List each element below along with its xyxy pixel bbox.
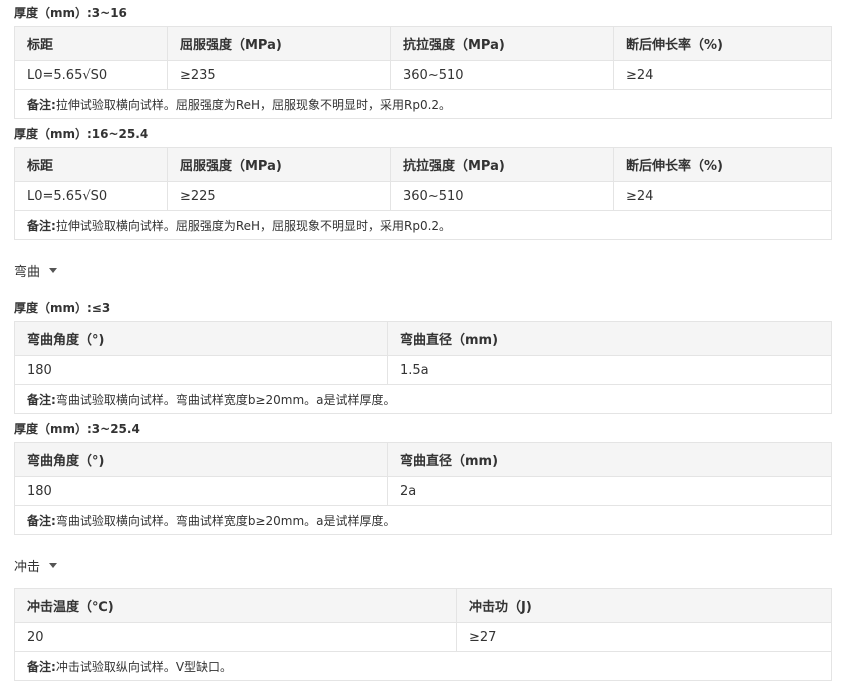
table-row: L0=5.65√S0 ≥225 360~510 ≥24 [14, 181, 832, 211]
cell-bend-angle: 180 [14, 355, 388, 385]
impact-section-label: 冲击 [14, 560, 41, 575]
note-text: 拉伸试验取横向试样。屈服强度为ReH，屈服现象不明显时，采用Rp0.2。 [55, 218, 452, 233]
bend-table-1: 弯曲角度（°) 弯曲直径（mm) 180 1.5a 备注:弯曲试验取横向试样。弯… [14, 321, 832, 414]
cell-elongation: ≥24 [613, 181, 832, 211]
col-header-yield-strength: 屈服强度（MPa) [167, 147, 391, 182]
cell-bend-diameter: 1.5a [387, 355, 832, 385]
tensile-table-1: 标距 屈服强度（MPa) 抗拉强度（MPa) 断后伸长率（%) L0=5.65√… [14, 26, 832, 119]
note-row: 备注:弯曲试验取横向试样。弯曲试样宽度b≥20mm。a是试样厚度。 [14, 505, 832, 535]
note-cell: 备注:冲击试验取纵向试样。V型缺口。 [14, 651, 832, 681]
note-label: 备注: [27, 392, 56, 407]
bend-section-toggle[interactable]: 弯曲 [14, 261, 58, 280]
col-header-bend-diameter: 弯曲直径（mm) [387, 442, 832, 477]
cell-elongation: ≥24 [613, 60, 832, 90]
cell-bend-angle: 180 [14, 476, 388, 506]
tensile-table-2: 标距 屈服强度（MPa) 抗拉强度（MPa) 断后伸长率（%) L0=5.65√… [14, 147, 832, 240]
cell-impact-energy: ≥27 [456, 622, 832, 652]
col-header-gauge-length: 标距 [14, 26, 168, 61]
note-label: 备注: [27, 97, 56, 112]
caret-down-icon [49, 563, 58, 568]
note-label: 备注: [27, 218, 56, 233]
note-row: 备注:拉伸试验取横向试样。屈服强度为ReH，屈服现象不明显时，采用Rp0.2。 [14, 89, 832, 119]
table-header-row: 弯曲角度（°) 弯曲直径（mm) [14, 442, 832, 477]
col-header-elongation: 断后伸长率（%) [613, 26, 832, 61]
cell-impact-temperature: 20 [14, 622, 457, 652]
cell-tensile-strength: 360~510 [390, 181, 614, 211]
note-cell: 备注:拉伸试验取横向试样。屈服强度为ReH，屈服现象不明显时，采用Rp0.2。 [14, 210, 832, 240]
table-row: 180 1.5a [14, 355, 832, 385]
cell-tensile-strength: 360~510 [390, 60, 614, 90]
note-cell: 备注:弯曲试验取横向试样。弯曲试样宽度b≥20mm。a是试样厚度。 [14, 505, 832, 535]
col-header-impact-temperature: 冲击温度（℃) [14, 588, 457, 623]
cell-gauge-length: L0=5.65√S0 [14, 181, 168, 211]
table-row: 20 ≥27 [14, 622, 832, 652]
tensile-group2-title: 厚度（mm）:16~25.4 [14, 127, 149, 141]
col-header-bend-angle: 弯曲角度（°) [14, 321, 388, 356]
col-header-yield-strength: 屈服强度（MPa) [167, 26, 391, 61]
col-header-tensile-strength: 抗拉强度（MPa) [390, 147, 614, 182]
table-row: 180 2a [14, 476, 832, 506]
cell-yield-strength: ≥225 [167, 181, 391, 211]
col-header-elongation: 断后伸长率（%) [613, 147, 832, 182]
note-label: 备注: [27, 659, 56, 674]
cell-gauge-length: L0=5.65√S0 [14, 60, 168, 90]
cell-yield-strength: ≥235 [167, 60, 391, 90]
note-text: 冲击试验取纵向试样。V型缺口。 [55, 659, 233, 674]
note-cell: 备注:弯曲试验取横向试样。弯曲试样宽度b≥20mm。a是试样厚度。 [14, 384, 832, 414]
table-header-row: 标距 屈服强度（MPa) 抗拉强度（MPa) 断后伸长率（%) [14, 26, 832, 61]
tensile-group1-title: 厚度（mm）:3~16 [14, 6, 127, 20]
bend-section-label: 弯曲 [14, 265, 41, 280]
table-row: L0=5.65√S0 ≥235 360~510 ≥24 [14, 60, 832, 90]
impact-table: 冲击温度（℃) 冲击功（J) 20 ≥27 备注:冲击试验取纵向试样。V型缺口。 [14, 588, 832, 681]
note-row: 备注:拉伸试验取横向试样。屈服强度为ReH，屈服现象不明显时，采用Rp0.2。 [14, 210, 832, 240]
note-text: 弯曲试验取横向试样。弯曲试样宽度b≥20mm。a是试样厚度。 [55, 392, 396, 407]
note-cell: 备注:拉伸试验取横向试样。屈服强度为ReH，屈服现象不明显时，采用Rp0.2。 [14, 89, 832, 119]
table-header-row: 冲击温度（℃) 冲击功（J) [14, 588, 832, 623]
col-header-impact-energy: 冲击功（J) [456, 588, 832, 623]
note-text: 弯曲试验取横向试样。弯曲试样宽度b≥20mm。a是试样厚度。 [55, 513, 396, 528]
table-header-row: 标距 屈服强度（MPa) 抗拉强度（MPa) 断后伸长率（%) [14, 147, 832, 182]
bend-table-2: 弯曲角度（°) 弯曲直径（mm) 180 2a 备注:弯曲试验取横向试样。弯曲试… [14, 442, 832, 535]
impact-section-toggle[interactable]: 冲击 [14, 556, 58, 575]
col-header-bend-angle: 弯曲角度（°) [14, 442, 388, 477]
caret-down-icon [49, 268, 58, 273]
col-header-gauge-length: 标距 [14, 147, 168, 182]
note-row: 备注:弯曲试验取横向试样。弯曲试样宽度b≥20mm。a是试样厚度。 [14, 384, 832, 414]
note-text: 拉伸试验取横向试样。屈服强度为ReH，屈服现象不明显时，采用Rp0.2。 [55, 97, 452, 112]
table-header-row: 弯曲角度（°) 弯曲直径（mm) [14, 321, 832, 356]
note-row: 备注:冲击试验取纵向试样。V型缺口。 [14, 651, 832, 681]
bend-group2-title: 厚度（mm）:3~25.4 [14, 422, 140, 436]
note-label: 备注: [27, 513, 56, 528]
col-header-bend-diameter: 弯曲直径（mm) [387, 321, 832, 356]
col-header-tensile-strength: 抗拉强度（MPa) [390, 26, 614, 61]
bend-group1-title: 厚度（mm）:≤3 [14, 301, 111, 315]
cell-bend-diameter: 2a [387, 476, 832, 506]
